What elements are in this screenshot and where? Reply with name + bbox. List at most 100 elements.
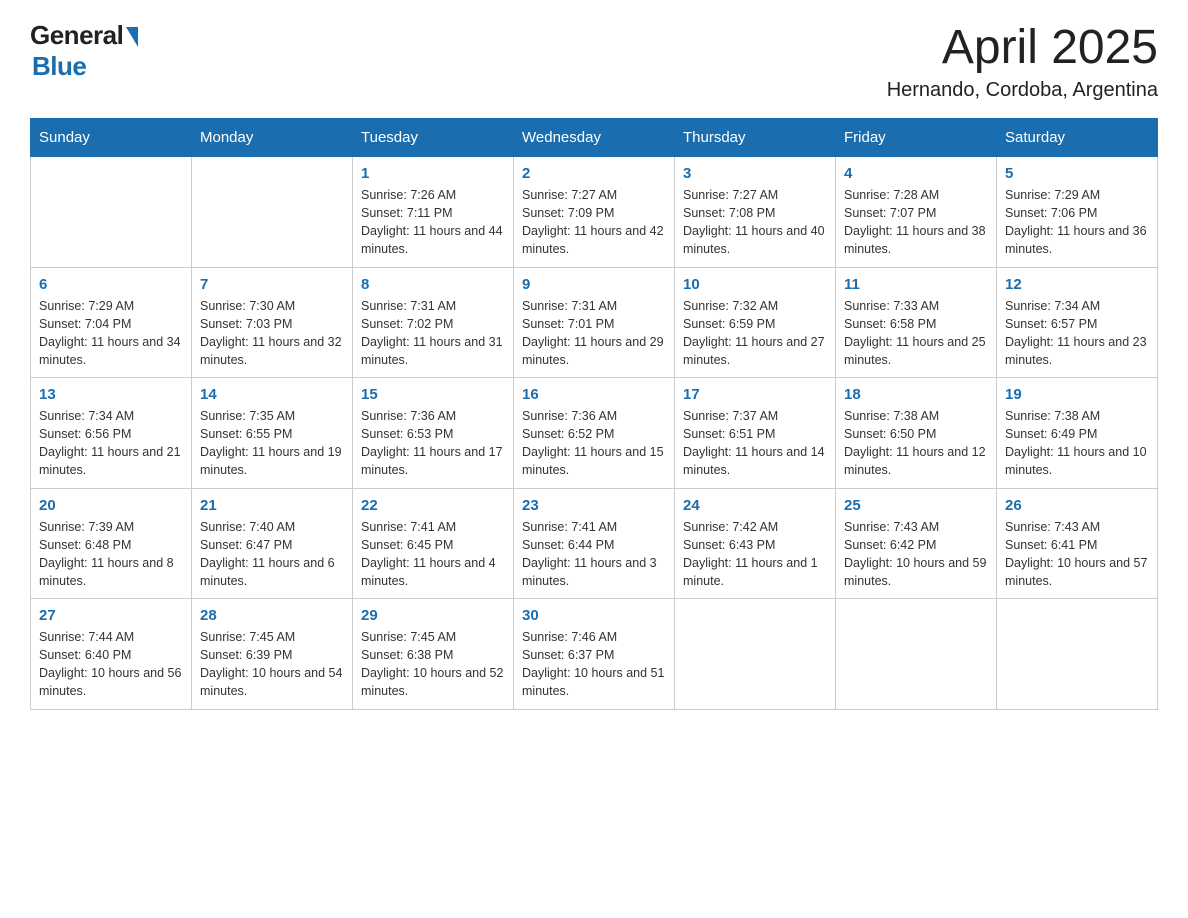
day-info: Sunrise: 7:35 AMSunset: 6:55 PMDaylight:… — [200, 407, 344, 480]
day-info: Sunrise: 7:40 AMSunset: 6:47 PMDaylight:… — [200, 518, 344, 591]
table-row: 19 Sunrise: 7:38 AMSunset: 6:49 PMDayligh… — [997, 378, 1158, 489]
day-info: Sunrise: 7:36 AMSunset: 6:53 PMDaylight:… — [361, 407, 505, 480]
day-number: 26 — [1005, 497, 1149, 514]
table-row — [31, 157, 192, 268]
day-number: 17 — [683, 386, 827, 403]
day-number: 14 — [200, 386, 344, 403]
table-row: 11 Sunrise: 7:33 AMSunset: 6:58 PMDayligh… — [836, 267, 997, 378]
calendar-week-row: 13 Sunrise: 7:34 AMSunset: 6:56 PMDayligh… — [31, 378, 1158, 489]
day-info: Sunrise: 7:44 AMSunset: 6:40 PMDaylight:… — [39, 628, 183, 701]
table-row: 24 Sunrise: 7:42 AMSunset: 6:43 PMDayligh… — [675, 488, 836, 599]
table-row: 26 Sunrise: 7:43 AMSunset: 6:41 PMDayligh… — [997, 488, 1158, 599]
logo-general-text: General — [30, 20, 123, 51]
day-number: 27 — [39, 607, 183, 624]
col-sunday: Sunday — [31, 119, 192, 157]
day-info: Sunrise: 7:34 AMSunset: 6:56 PMDaylight:… — [39, 407, 183, 480]
table-row: 20Sunrise: 7:39 AMSunset: 6:48 PMDayligh… — [31, 488, 192, 599]
table-row — [675, 599, 836, 710]
day-number: 11 — [844, 276, 988, 293]
day-number: 19 — [1005, 386, 1149, 403]
table-row: 15 Sunrise: 7:36 AMSunset: 6:53 PMDayligh… — [353, 378, 514, 489]
day-info: Sunrise: 7:37 AMSunset: 6:51 PMDaylight:… — [683, 407, 827, 480]
day-info: Sunrise: 7:41 AMSunset: 6:44 PMDaylight:… — [522, 518, 666, 591]
table-row: 23 Sunrise: 7:41 AMSunset: 6:44 PMDayligh… — [514, 488, 675, 599]
table-row: 3 Sunrise: 7:27 AMSunset: 7:08 PMDaylight… — [675, 157, 836, 268]
calendar-week-row: 1 Sunrise: 7:26 AMSunset: 7:11 PMDaylight… — [31, 157, 1158, 268]
day-number: 4 — [844, 165, 988, 182]
col-saturday: Saturday — [997, 119, 1158, 157]
day-info: Sunrise: 7:43 AMSunset: 6:41 PMDaylight:… — [1005, 518, 1149, 591]
table-row: 8 Sunrise: 7:31 AMSunset: 7:02 PMDaylight… — [353, 267, 514, 378]
day-info: Sunrise: 7:27 AMSunset: 7:09 PMDaylight:… — [522, 186, 666, 259]
calendar-week-row: 27 Sunrise: 7:44 AMSunset: 6:40 PMDayligh… — [31, 599, 1158, 710]
table-row: 28Sunrise: 7:45 AMSunset: 6:39 PMDayligh… — [192, 599, 353, 710]
table-row: 13 Sunrise: 7:34 AMSunset: 6:56 PMDayligh… — [31, 378, 192, 489]
col-wednesday: Wednesday — [514, 119, 675, 157]
day-info: Sunrise: 7:38 AMSunset: 6:49 PMDaylight:… — [1005, 407, 1149, 480]
day-number: 28 — [200, 607, 344, 624]
day-info: Sunrise: 7:26 AMSunset: 7:11 PMDaylight:… — [361, 186, 505, 259]
day-number: 29 — [361, 607, 505, 624]
day-number: 5 — [1005, 165, 1149, 182]
day-number: 20 — [39, 497, 183, 514]
table-row: 2 Sunrise: 7:27 AMSunset: 7:09 PMDaylight… — [514, 157, 675, 268]
day-info: Sunrise: 7:27 AMSunset: 7:08 PMDaylight:… — [683, 186, 827, 259]
day-number: 24 — [683, 497, 827, 514]
day-number: 1 — [361, 165, 505, 182]
table-row: 29 Sunrise: 7:45 AMSunset: 6:38 PMDayligh… — [353, 599, 514, 710]
day-number: 6 — [39, 276, 183, 293]
day-info: Sunrise: 7:31 AMSunset: 7:01 PMDaylight:… — [522, 297, 666, 370]
day-info: Sunrise: 7:31 AMSunset: 7:02 PMDaylight:… — [361, 297, 505, 370]
day-info: Sunrise: 7:33 AMSunset: 6:58 PMDaylight:… — [844, 297, 988, 370]
day-info: Sunrise: 7:36 AMSunset: 6:52 PMDaylight:… — [522, 407, 666, 480]
col-tuesday: Tuesday — [353, 119, 514, 157]
day-number: 15 — [361, 386, 505, 403]
day-number: 23 — [522, 497, 666, 514]
day-number: 30 — [522, 607, 666, 624]
day-info: Sunrise: 7:34 AMSunset: 6:57 PMDaylight:… — [1005, 297, 1149, 370]
logo-arrow-icon — [126, 27, 138, 47]
day-number: 2 — [522, 165, 666, 182]
table-row: 17 Sunrise: 7:37 AMSunset: 6:51 PMDayligh… — [675, 378, 836, 489]
day-number: 12 — [1005, 276, 1149, 293]
table-row: 5Sunrise: 7:29 AMSunset: 7:06 PMDaylight… — [997, 157, 1158, 268]
day-number: 3 — [683, 165, 827, 182]
day-info: Sunrise: 7:29 AMSunset: 7:04 PMDaylight:… — [39, 297, 183, 370]
table-row: 30Sunrise: 7:46 AMSunset: 6:37 PMDayligh… — [514, 599, 675, 710]
day-info: Sunrise: 7:28 AMSunset: 7:07 PMDaylight:… — [844, 186, 988, 259]
day-number: 22 — [361, 497, 505, 514]
page-header: General Blue April 2025 Hernando, Cordob… — [30, 20, 1158, 102]
table-row: 27 Sunrise: 7:44 AMSunset: 6:40 PMDayligh… — [31, 599, 192, 710]
col-monday: Monday — [192, 119, 353, 157]
table-row: 21 Sunrise: 7:40 AMSunset: 6:47 PMDayligh… — [192, 488, 353, 599]
table-row: 7Sunrise: 7:30 AMSunset: 7:03 PMDaylight… — [192, 267, 353, 378]
day-number: 9 — [522, 276, 666, 293]
table-row: 6 Sunrise: 7:29 AMSunset: 7:04 PMDaylight… — [31, 267, 192, 378]
day-info: Sunrise: 7:43 AMSunset: 6:42 PMDaylight:… — [844, 518, 988, 591]
calendar-header-row: Sunday Monday Tuesday Wednesday Thursday… — [31, 119, 1158, 157]
day-info: Sunrise: 7:45 AMSunset: 6:38 PMDaylight:… — [361, 628, 505, 701]
day-info: Sunrise: 7:32 AMSunset: 6:59 PMDaylight:… — [683, 297, 827, 370]
day-number: 8 — [361, 276, 505, 293]
table-row — [836, 599, 997, 710]
month-title: April 2025 — [887, 20, 1158, 75]
table-row: 1 Sunrise: 7:26 AMSunset: 7:11 PMDaylight… — [353, 157, 514, 268]
day-number: 25 — [844, 497, 988, 514]
day-number: 16 — [522, 386, 666, 403]
day-info: Sunrise: 7:41 AMSunset: 6:45 PMDaylight:… — [361, 518, 505, 591]
day-info: Sunrise: 7:42 AMSunset: 6:43 PMDaylight:… — [683, 518, 827, 591]
table-row: 16 Sunrise: 7:36 AMSunset: 6:52 PMDayligh… — [514, 378, 675, 489]
logo-blue-text: Blue — [32, 51, 86, 82]
table-row: 12 Sunrise: 7:34 AMSunset: 6:57 PMDayligh… — [997, 267, 1158, 378]
table-row: 18Sunrise: 7:38 AMSunset: 6:50 PMDayligh… — [836, 378, 997, 489]
title-area: April 2025 Hernando, Cordoba, Argentina — [887, 20, 1158, 102]
table-row: 4 Sunrise: 7:28 AMSunset: 7:07 PMDaylight… — [836, 157, 997, 268]
calendar-table: Sunday Monday Tuesday Wednesday Thursday… — [30, 118, 1158, 710]
table-row: 14 Sunrise: 7:35 AMSunset: 6:55 PMDayligh… — [192, 378, 353, 489]
location-title: Hernando, Cordoba, Argentina — [887, 79, 1158, 102]
calendar-week-row: 6 Sunrise: 7:29 AMSunset: 7:04 PMDaylight… — [31, 267, 1158, 378]
table-row — [997, 599, 1158, 710]
table-row: 25 Sunrise: 7:43 AMSunset: 6:42 PMDayligh… — [836, 488, 997, 599]
day-number: 21 — [200, 497, 344, 514]
day-number: 13 — [39, 386, 183, 403]
